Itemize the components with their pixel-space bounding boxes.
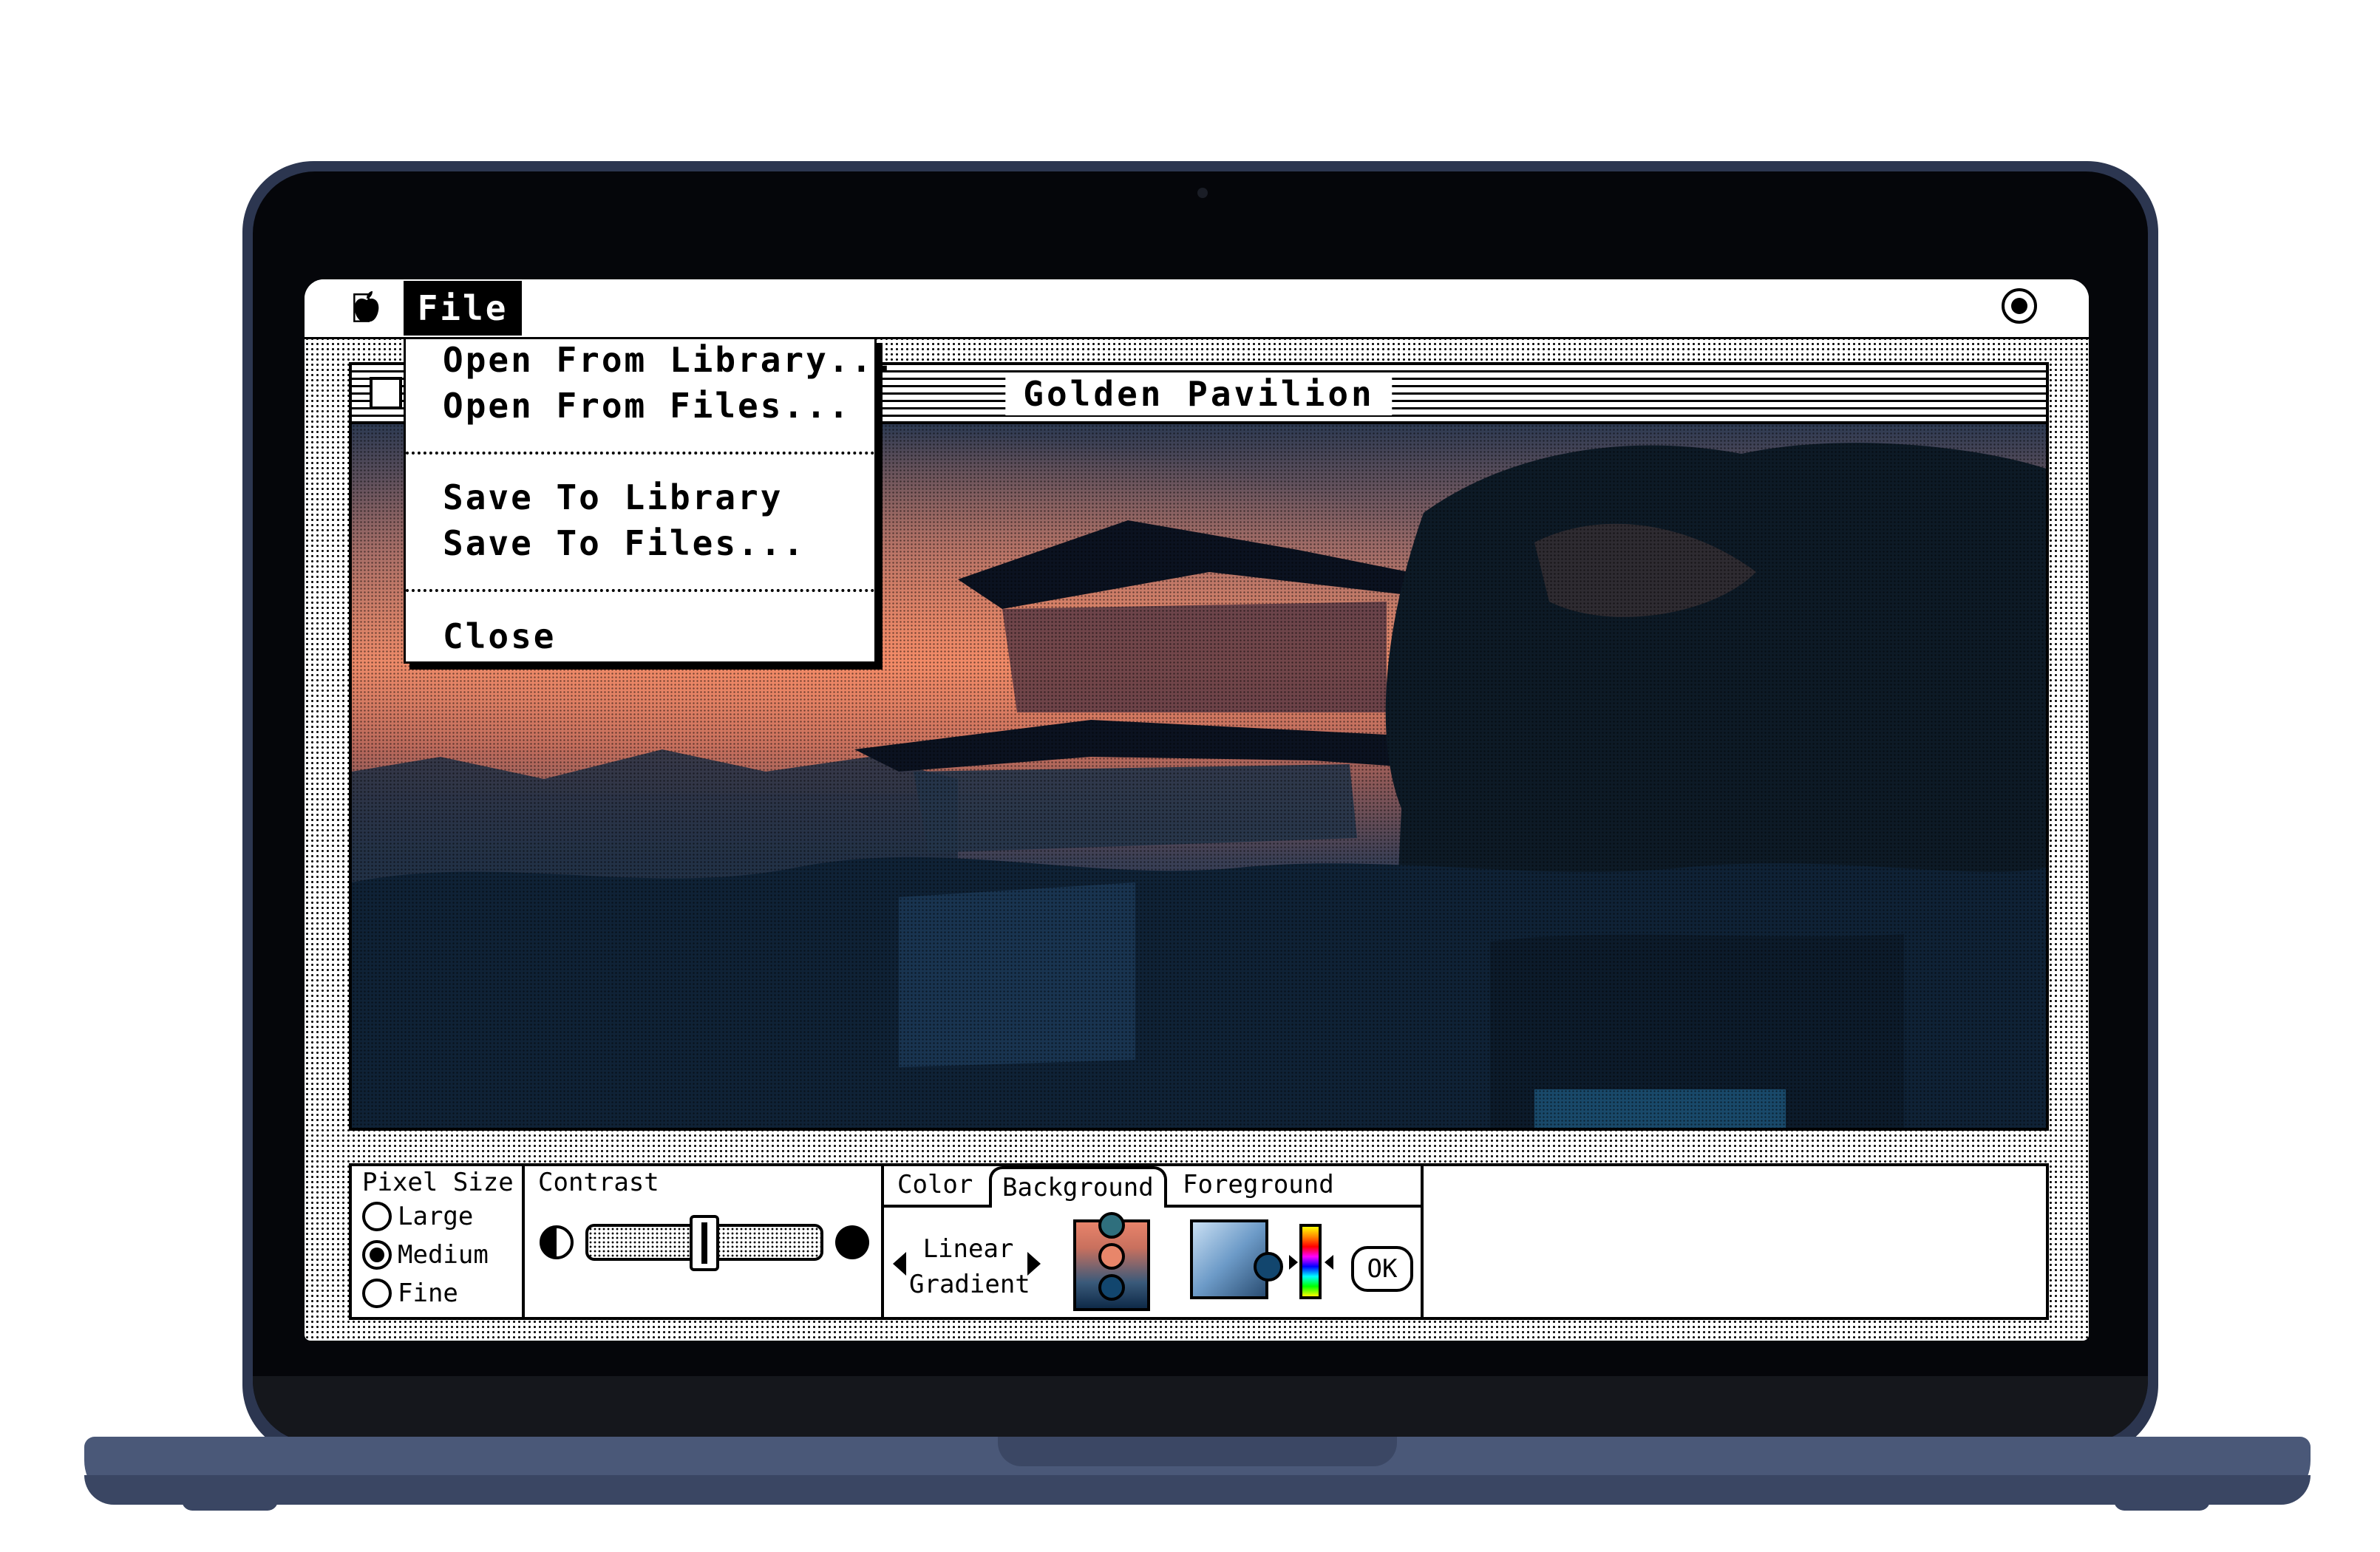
gradient-stop-top[interactable]: [1098, 1212, 1125, 1239]
file-menu[interactable]: File: [404, 281, 522, 336]
next-gradient-arrow-icon[interactable]: [1027, 1252, 1041, 1276]
close-box[interactable]: [370, 377, 402, 409]
low-contrast-icon: [540, 1225, 574, 1259]
menu-item-save-to-files[interactable]: Save To Files...: [443, 523, 806, 564]
color-label: Color: [897, 1170, 973, 1199]
high-contrast-icon: [835, 1225, 869, 1259]
previous-gradient-arrow-icon[interactable]: [893, 1252, 906, 1276]
screen-chin: [253, 1376, 2148, 1443]
radio-fine[interactable]: Fine: [362, 1277, 458, 1310]
file-dropdown: Open From Library... Open From Files... …: [404, 337, 894, 664]
contrast-label: Contrast: [538, 1168, 659, 1197]
contrast-section: Contrast: [525, 1166, 884, 1317]
menu-item-save-to-library[interactable]: Save To Library: [443, 477, 783, 518]
menu-item-open-from-files[interactable]: Open From Files...: [443, 385, 851, 426]
target-icon[interactable]: [2002, 288, 2037, 324]
radio-medium[interactable]: Medium: [362, 1239, 489, 1271]
radio-button-selected[interactable]: [362, 1240, 392, 1270]
gradient-type-label: Linear Gradient: [909, 1234, 1030, 1299]
radio-large[interactable]: Large: [362, 1200, 473, 1233]
pixel-size-label: Pixel Size: [362, 1168, 514, 1197]
radio-button[interactable]: [362, 1279, 392, 1308]
gradient-stop-bottom[interactable]: [1098, 1274, 1125, 1301]
gradient-stop-middle[interactable]: [1098, 1243, 1125, 1270]
apple-logo-icon[interactable]: [352, 290, 381, 325]
menu-item-open-from-library[interactable]: Open From Library...: [443, 339, 897, 381]
pixel-size-section: Pixel Size Large Medium Fine: [352, 1166, 525, 1317]
hue-slider[interactable]: [1299, 1224, 1322, 1299]
contrast-slider-thumb[interactable]: [690, 1215, 719, 1271]
screen:  File Golden Pavilion: [305, 279, 2089, 1341]
menu-item-close[interactable]: Close: [443, 616, 556, 657]
window-title: Golden Pavilion: [1005, 372, 1393, 415]
tab-background[interactable]: Background: [989, 1166, 1167, 1208]
menu-separator: [406, 589, 874, 592]
ok-button[interactable]: OK: [1351, 1246, 1413, 1292]
hue-marker-left: [1289, 1255, 1298, 1270]
camera: [1197, 188, 1208, 198]
empty-panel-area: [1424, 1166, 2046, 1317]
color-section: Color Background Foreground Linear Gradi…: [884, 1166, 1424, 1317]
hue-marker-right: [1325, 1255, 1333, 1270]
radio-button[interactable]: [362, 1202, 392, 1231]
trackpad-notch: [998, 1437, 1397, 1466]
tab-foreground[interactable]: Foreground: [1183, 1166, 1334, 1208]
menu-separator: [406, 452, 874, 455]
color-picker-knob[interactable]: [1254, 1252, 1283, 1282]
menu-bar:  File: [305, 279, 2089, 339]
controls-panel: Pixel Size Large Medium Fine Contrast Co…: [349, 1163, 2049, 1320]
